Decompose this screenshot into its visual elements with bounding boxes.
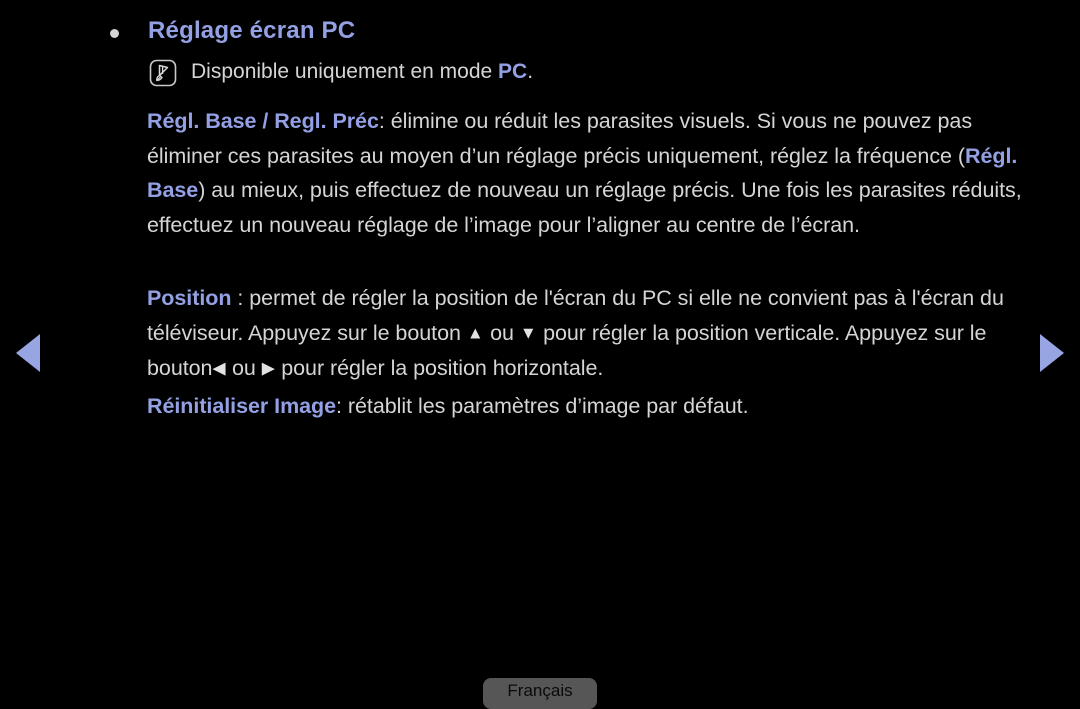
- language-chip[interactable]: Français: [483, 678, 597, 709]
- bullet-icon: [110, 29, 119, 38]
- note-row: Disponible uniquement en mode PC.: [148, 57, 533, 88]
- arrow-right-icon: ▶: [261, 358, 276, 377]
- term-position: Position: [147, 286, 232, 310]
- mid-text-1: ou: [484, 320, 520, 345]
- arrow-left-icon: ◀: [212, 358, 227, 377]
- note-text-after: .: [527, 60, 534, 83]
- arrow-up-icon: ▲: [466, 323, 485, 342]
- mid-text-3: ou: [226, 355, 262, 380]
- body-text-part2: ) au mieux, puis effectuez de nouveau un…: [147, 178, 1022, 237]
- note-text-before: Disponible uniquement en mode: [191, 60, 499, 83]
- section-regl-base-prec: Régl. Base / Regl. Préc: élimine ou rédu…: [147, 104, 1032, 242]
- term-reinitialiser-image: Réinitialiser Image: [147, 394, 337, 418]
- body-text-part2: pour régler la position horizontale.: [275, 355, 604, 380]
- note-highlight: PC: [498, 60, 528, 83]
- separator: :: [231, 286, 250, 310]
- emanual-page: Réglage écran PC Disponible uniquement e…: [0, 0, 1080, 709]
- separator: :: [378, 109, 391, 133]
- separator: :: [336, 394, 348, 418]
- arrow-down-icon: ▼: [519, 323, 538, 342]
- note-text: Disponible uniquement en mode PC.: [191, 57, 533, 87]
- page-title: Réglage écran PC: [148, 17, 356, 44]
- section-position: Position : permet de régler la position …: [147, 281, 1047, 386]
- note-pen-icon: [148, 58, 178, 88]
- term-regl-base-prec: Régl. Base / Regl. Préc: [147, 109, 379, 133]
- page-heading: Réglage écran PC: [110, 16, 355, 46]
- section-reinitialiser-image: Réinitialiser Image: rétablit les paramè…: [147, 389, 1047, 424]
- previous-page-arrow[interactable]: [16, 334, 40, 372]
- body-text-part1: rétablit les paramètres d’image par défa…: [347, 394, 749, 418]
